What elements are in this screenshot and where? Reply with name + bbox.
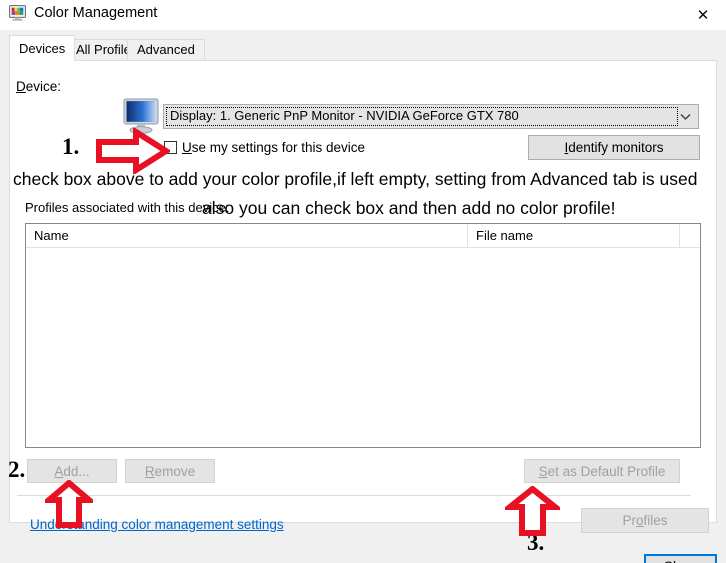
close-button[interactable]: Close (644, 554, 717, 563)
annotation-number-1: 1. (62, 134, 80, 159)
window-close-button[interactable]: ✕ (680, 0, 726, 29)
annotation-arrow-up-set-default (505, 486, 560, 536)
color-monitor-icon (9, 5, 26, 21)
accel-u: U (182, 140, 192, 155)
tab-strip: Devices All Profiles Advanced (9, 35, 717, 61)
column-header-name[interactable]: Name (26, 224, 468, 248)
use-my-settings-label: Use my settings for this device (182, 140, 365, 155)
set-as-default-profile-button[interactable]: Set as Default Profile (524, 459, 680, 483)
color-management-dialog: Color Management ✕ Devices All Profiles … (0, 0, 726, 563)
profiles-button-rest: files (643, 513, 668, 528)
window-title: Color Management (34, 5, 158, 21)
annotation-number-2: 2. (8, 457, 26, 482)
accel-r: R (144, 463, 155, 479)
annotation-text-line-2: also you can check box and then add no c… (202, 198, 616, 218)
accel-o: o (635, 513, 644, 528)
chevron-down-icon (680, 114, 691, 120)
dialog-client-area: Devices All Profiles Advanced Device: Di… (0, 30, 726, 563)
profiles-button[interactable]: Pr o files (581, 508, 709, 533)
accel-a: A (54, 463, 64, 479)
column-header-file-name[interactable]: File name (468, 224, 680, 248)
annotation-arrow-right (96, 128, 170, 174)
device-label: Device: (16, 79, 62, 94)
accel-s: S (538, 463, 548, 479)
tab-advanced[interactable]: Advanced (127, 39, 205, 60)
device-dropdown-value: Display: 1. Generic PnP Monitor - NVIDIA… (170, 108, 519, 123)
checkbox-label-rest: se my settings for this device (191, 140, 366, 155)
tab-devices[interactable]: Devices (9, 35, 76, 61)
column-header-extra[interactable] (680, 224, 701, 248)
profiles-list[interactable]: Name File name (25, 223, 701, 448)
profiles-list-header: Name File name (26, 224, 700, 248)
profiles-button-pre: Pr (622, 513, 636, 528)
annotation-arrow-up-add (45, 480, 93, 528)
use-my-settings-checkbox-row[interactable]: Use my settings for this device (164, 140, 365, 155)
set-default-button-label: et as Default Profile (547, 463, 666, 479)
identify-monitors-label: dentify monitors (568, 140, 664, 155)
remove-profile-button[interactable]: Remove (125, 459, 215, 483)
remove-button-label: emove (154, 463, 196, 479)
device-dropdown[interactable]: Display: 1. Generic PnP Monitor - NVIDIA… (163, 104, 699, 129)
panel-divider (17, 495, 691, 496)
add-button-label: dd... (63, 463, 90, 479)
identify-monitors-button[interactable]: Identify monitors (528, 135, 700, 160)
title-bar: Color Management ✕ (0, 0, 726, 30)
profiles-associated-label: Profiles associated with this device: (25, 200, 230, 215)
